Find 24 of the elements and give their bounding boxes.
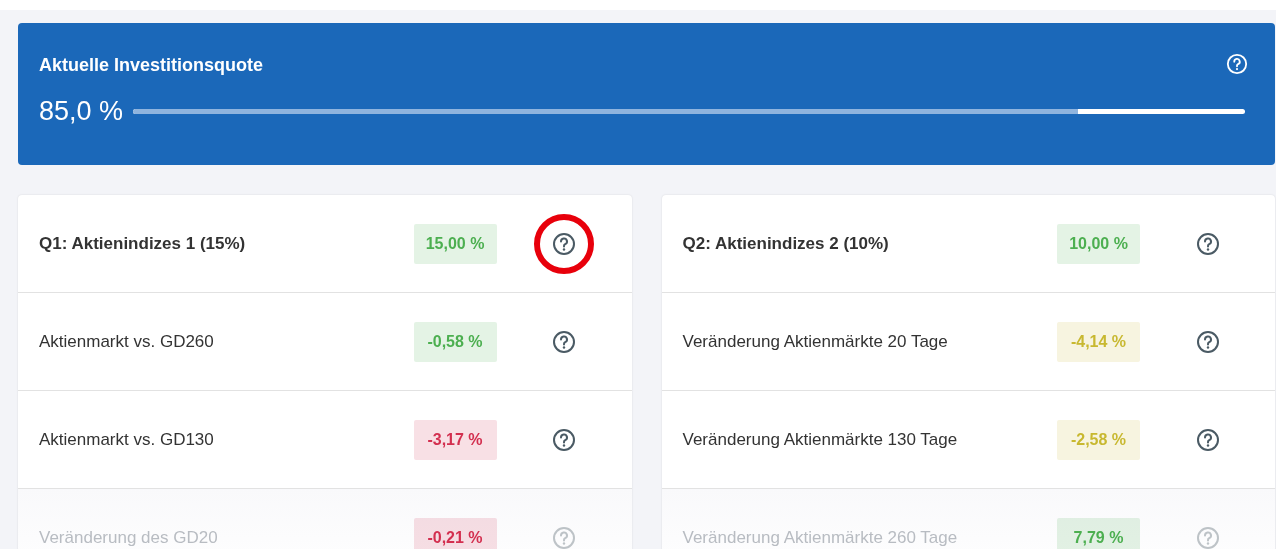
indicator-label: Veränderung des GD20 [39,527,219,548]
indicator-label: Veränderung Aktienmärkte 130 Tage [682,429,959,450]
indicator-label: Aktienmarkt vs. GD260 [39,331,215,352]
help-icon[interactable] [552,329,576,354]
help-icon[interactable] [552,427,576,452]
help-icon[interactable] [1195,231,1220,256]
indicator-value: -3,17 % [413,419,497,460]
help-icon[interactable] [1195,329,1220,354]
indicator-value: 15,00 % [413,223,497,264]
indicator-label: Q1: Aktienindizes 1 (15%) [39,233,247,254]
indicator-value: -0,58 % [413,321,497,362]
indicator-value: -4,14 % [1057,321,1140,362]
indicator-label: Veränderung Aktienmärkte 20 Tage [682,331,949,352]
indicator-value: -2,58 % [1057,419,1140,460]
indicator-label: Veränderung Aktienmärkte 260 Tage [682,527,959,548]
indicator-value: 10,00 % [1057,223,1140,264]
indicator-label: Q2: Aktienindizes 2 (10%) [682,233,890,254]
quota-title: Aktuelle Investitionsquote [39,55,264,76]
indicator-value: -0,21 % [413,517,497,549]
quota-value: 85,0 % [39,96,124,127]
indicator-label: Aktienmarkt vs. GD130 [39,429,215,450]
help-icon[interactable] [552,231,576,256]
indicator-value: 7,79 % [1057,517,1140,549]
help-icon[interactable] [1195,427,1220,452]
